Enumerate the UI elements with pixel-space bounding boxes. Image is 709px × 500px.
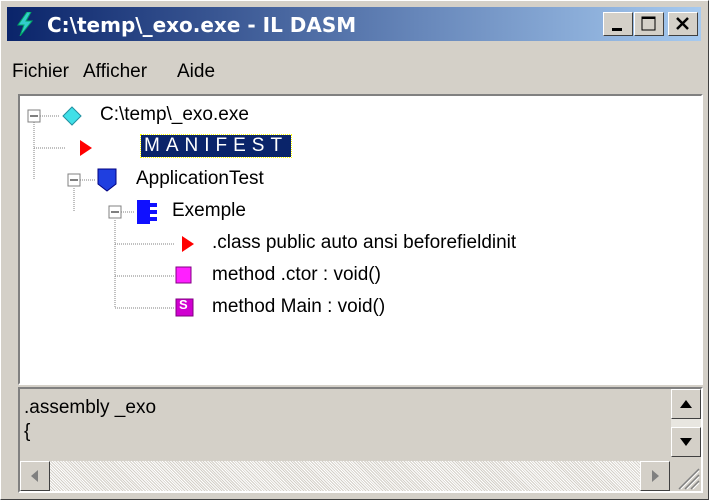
tree-node-root[interactable]: C:\temp\_exo.exe — [100, 104, 249, 126]
collapse-box-class — [108, 205, 122, 219]
tree-node-namespace[interactable]: ApplicationTest — [136, 168, 264, 190]
menu-afficher[interactable]: Afficher — [83, 61, 147, 83]
minimize-button[interactable] — [603, 12, 633, 36]
namespace-shield-icon — [97, 168, 117, 192]
class-decl-triangle-icon — [182, 236, 194, 252]
code-line-1: .assembly _exo — [24, 397, 157, 418]
tree-node-main[interactable]: method Main : void() — [212, 296, 385, 318]
scroll-up-button[interactable] — [671, 389, 701, 419]
collapse-box-root — [27, 109, 41, 123]
arrow-left-icon — [31, 470, 38, 482]
assembly-diamond-icon — [62, 106, 82, 126]
title-bar[interactable]: C:\temp\_exo.exe - IL DASM — [7, 7, 701, 41]
tree-node-ctor[interactable]: method .ctor : void() — [212, 264, 381, 286]
close-icon — [676, 17, 689, 30]
arrow-up-icon — [680, 400, 692, 408]
close-button[interactable] — [668, 12, 698, 36]
app-lightning-icon — [17, 12, 34, 36]
code-line-2: { — [24, 421, 31, 442]
maximize-button[interactable] — [634, 12, 664, 36]
tree-node-class[interactable]: Exemple — [172, 200, 246, 222]
scroll-left-button[interactable] — [20, 461, 50, 491]
horizontal-scroll-track[interactable] — [50, 461, 640, 491]
method-icon — [175, 266, 192, 284]
tree-view[interactable]: C:\temp\_exo.exe MANIFEST ApplicationTes… — [18, 94, 703, 385]
info-textarea[interactable]: .assembly _exo { — [20, 389, 670, 459]
manifest-triangle-icon — [80, 140, 92, 156]
scroll-right-button[interactable] — [640, 461, 670, 491]
info-panel: .assembly _exo { — [18, 387, 703, 493]
static-badge-letter: S — [179, 297, 188, 312]
tree-node-manifest[interactable]: MANIFEST — [139, 134, 293, 158]
arrow-down-icon — [680, 438, 692, 446]
resize-grip-icon[interactable] — [671, 461, 701, 491]
menu-fichier[interactable]: Fichier — [12, 61, 69, 83]
maximize-icon — [641, 16, 656, 31]
menu-aide[interactable]: Aide — [177, 61, 215, 83]
il-dasm-window: C:\temp\_exo.exe - IL DASM Fichier Affic… — [0, 0, 709, 500]
collapse-box-namespace — [67, 173, 81, 187]
class-icon — [137, 200, 157, 224]
arrow-right-icon — [652, 470, 659, 482]
window-title: C:\temp\_exo.exe - IL DASM — [47, 13, 357, 37]
tree-node-class-decl[interactable]: .class public auto ansi beforefieldinit — [212, 232, 516, 254]
scroll-down-button[interactable] — [671, 427, 701, 457]
minimize-icon — [612, 28, 622, 31]
vertical-scroll-track[interactable] — [671, 419, 701, 427]
